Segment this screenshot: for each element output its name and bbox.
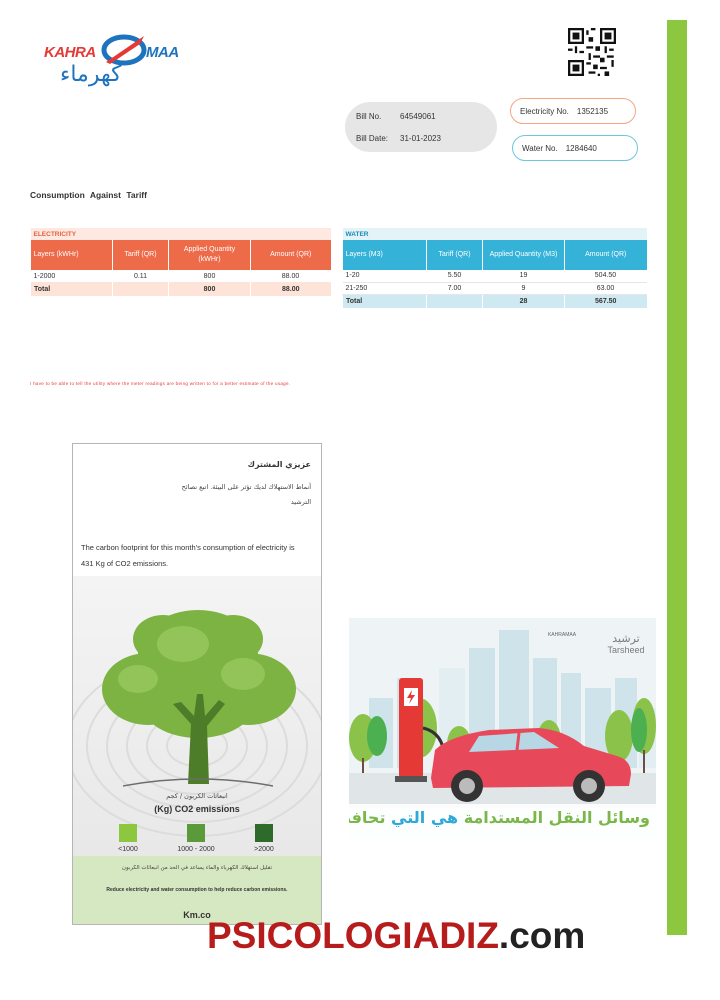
- table-header: Tariff (QR): [426, 240, 483, 270]
- table-cell: 0.11: [133, 272, 148, 280]
- table-total-row: Total 28 567.50: [342, 294, 647, 308]
- table-header: Applied Quantity (M3): [482, 240, 565, 270]
- water-no-value: 1284640: [565, 143, 597, 153]
- bill-number-value: 64549061: [400, 112, 436, 121]
- table-cell: 28: [482, 294, 565, 308]
- table-total-row: Total 800 88.00: [30, 282, 331, 296]
- table-cell: 21-250: [342, 282, 427, 295]
- bill-number-label: Bill No.: [356, 112, 382, 121]
- bill-info-pill: Bill No. 64549061 Bill Date: 31-01-2023: [345, 102, 497, 152]
- table-cell: 9: [482, 282, 565, 295]
- water-no-label: Water No.: [522, 143, 558, 153]
- water-table: WATER Layers (M3) Tariff (QR) Applied Qu…: [342, 228, 647, 308]
- legend-label-low: <1000: [118, 846, 138, 853]
- table-header: Tariff (QR): [112, 240, 169, 270]
- table-header: Applied Quantity (kWHr): [168, 240, 251, 270]
- meter-note: I have to be able to tell the utility wh…: [30, 381, 291, 386]
- table-cell: 88.00: [281, 272, 300, 280]
- table-cell: [426, 294, 483, 308]
- table-header: Amount (QR): [564, 240, 647, 270]
- section-title: Consumption Against Tariff: [30, 190, 147, 200]
- table-header: Layers (M3): [342, 240, 427, 270]
- table-cell: Total: [342, 294, 427, 308]
- footer-english-text: Reduce electricity and water consumption…: [106, 887, 288, 893]
- ad-kahramaa-logo: KAHRAMAA: [547, 632, 577, 638]
- table-cell: 504.50: [564, 270, 647, 283]
- carbon-footprint-text: The carbon footprint for this month's co…: [81, 543, 295, 568]
- kahramaa-logo: KAHRA MAA كهرماء: [44, 20, 204, 90]
- water-caption: WATER: [342, 228, 647, 240]
- logo-arabic-text: كهرماء: [60, 62, 122, 87]
- bill-date-value: 31-01-2023: [400, 134, 441, 143]
- tree-icon: [102, 610, 296, 787]
- table-cell: 1-20: [342, 270, 427, 283]
- table-cell: 19: [482, 270, 565, 283]
- legend-swatch-mid: [187, 824, 205, 842]
- carbon-footprint-card: عزيزي المشترك أنماط الاستهلاك لديك تؤثر …: [72, 443, 322, 925]
- card-arabic-title: عزيزي المشترك: [247, 460, 311, 469]
- ad-slogan-text: وسائل النقل المستدامة هي التي تحافظ على …: [349, 808, 650, 827]
- legend-swatch-high: [255, 824, 273, 842]
- table-cell: 88.00: [250, 282, 331, 296]
- table-cell: 800: [203, 272, 216, 280]
- slogan-highlight: هي التي: [391, 808, 459, 827]
- electricity-table: ELECTRICITY Layers (kWHr) Tariff (QR) Ap…: [30, 228, 331, 296]
- table-cell: 7.00: [426, 282, 483, 295]
- table-cell: 800: [168, 282, 251, 296]
- table-cell: Total: [30, 282, 113, 296]
- qr-code-icon: [568, 28, 616, 76]
- bill-number-row: Bill No. 64549061: [356, 112, 436, 121]
- table-cell: [112, 282, 169, 296]
- emissions-arabic-label: انبعاثات الكربون / كجم: [166, 792, 228, 800]
- table-row: 1-2000 0.11 800 88.00: [31, 270, 331, 282]
- tarsheed-arabic-text: ترشيد: [612, 632, 640, 645]
- table-cell: 567.50: [564, 294, 647, 308]
- tarsheed-english-text: Tarsheed: [607, 645, 645, 655]
- table-cell: 63.00: [564, 282, 647, 295]
- legend-swatch-low: [119, 824, 137, 842]
- legend-label-mid: 1000 - 2000: [177, 846, 215, 853]
- watermark-text: PSICOLOGIADIZ.com: [207, 915, 585, 957]
- table-row: 21-250 7.00 9 63.00: [342, 282, 647, 295]
- emissions-label: (Kg) CO2 emissions: [154, 804, 240, 814]
- bill-date-row: Bill Date: 31-01-2023: [356, 134, 441, 143]
- table-header: Layers (kWHr): [30, 240, 113, 270]
- table-header: Amount (QR): [250, 240, 331, 270]
- electricity-no-value: 1352135: [576, 106, 609, 116]
- water-account-box: Water No. 1284640: [512, 135, 638, 161]
- ad-tarsheed-logo: ترشيد Tarsheed: [601, 632, 651, 655]
- bill-date-label: Bill Date:: [356, 134, 389, 143]
- watermark-part-1: PSICOLOGIA: [207, 915, 440, 956]
- right-accent-bar: [667, 20, 687, 935]
- logo-maa-text: MAA: [146, 44, 179, 61]
- electricity-account-box: Electricity No. 1352135: [510, 98, 636, 124]
- electricity-caption: ELECTRICITY: [30, 228, 331, 240]
- table-cell: 1-2000: [33, 272, 56, 280]
- watermark-part-3: .com: [498, 915, 586, 956]
- legend-label-high: >2000: [254, 846, 274, 853]
- table-cell: 5.50: [426, 270, 483, 283]
- footer-arabic-text: تقليل استهلاك الكهرباء والماء يساعد في ا…: [121, 865, 273, 871]
- card-arabic-text: أنماط الاستهلاك لديك تؤثر على البيئة. ات…: [181, 483, 311, 506]
- sustainable-transport-ad: KAHRAMAA ترشيد Tarsheed وسائل النقل المس…: [349, 618, 656, 841]
- logo-kahra-text: KAHRA: [44, 44, 96, 61]
- electricity-no-label: Electricity No.: [520, 106, 569, 116]
- slogan-part-1: وسائل النقل المستدامة: [463, 808, 650, 827]
- card-footer: تقليل استهلاك الكهرباء والماء يساعد في ا…: [73, 856, 321, 924]
- watermark-part-2: DIZ: [439, 915, 499, 956]
- slogan-part-2: تحافظ على البيئة: [349, 808, 386, 827]
- table-row: 1-20 5.50 19 504.50: [342, 270, 647, 283]
